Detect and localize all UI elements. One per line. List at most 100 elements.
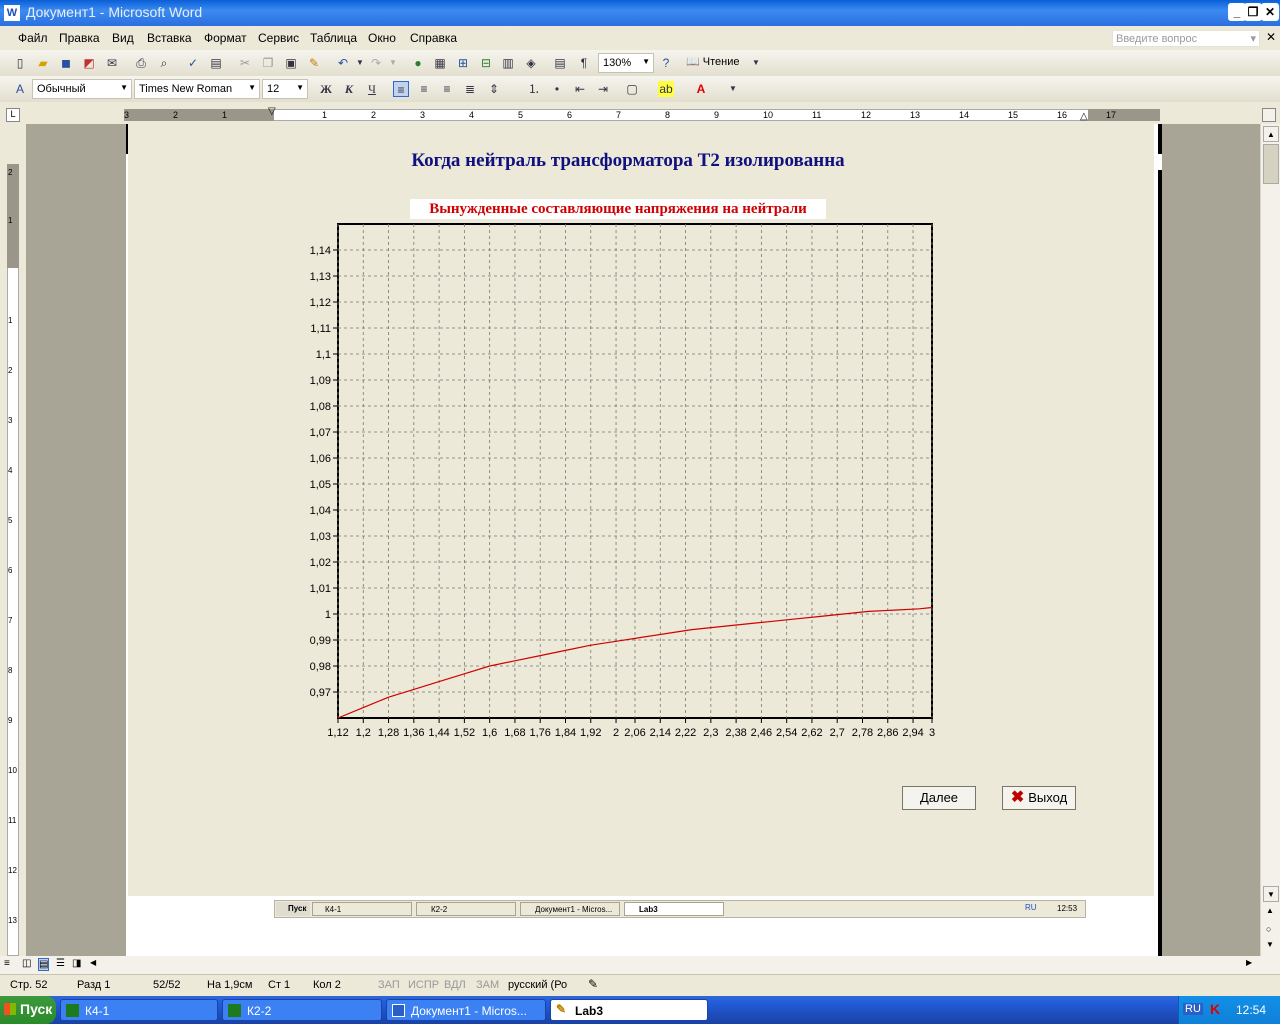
drawing-icon[interactable]: ◈: [523, 55, 539, 71]
new-document-icon[interactable]: ▯: [12, 55, 28, 71]
next-page-icon[interactable]: ▼: [1266, 940, 1274, 949]
research-icon[interactable]: ▤: [208, 55, 224, 71]
exit-button[interactable]: ✖ Выход: [1002, 786, 1076, 810]
copy-icon[interactable]: ❐: [260, 55, 276, 71]
spelling-status-icon[interactable]: ✎: [588, 977, 598, 991]
language-indicator[interactable]: RU: [1183, 1003, 1203, 1015]
taskbar-item-lab3[interactable]: ✎ Lab3: [550, 999, 708, 1021]
menu-edit[interactable]: Правка: [59, 31, 100, 45]
vertical-scrollbar[interactable]: ▲ ▼ ▲ ○ ▼: [1260, 124, 1280, 956]
decrease-indent-icon[interactable]: ⇤: [572, 81, 588, 97]
email-icon[interactable]: ✉: [104, 55, 120, 71]
paste-icon[interactable]: ▣: [283, 55, 299, 71]
font-size-select[interactable]: 12 ▼: [262, 79, 308, 99]
outline-view-icon[interactable]: ☰: [56, 958, 65, 969]
align-center-icon[interactable]: ≡: [416, 81, 432, 97]
line-spacing-icon[interactable]: ⇕: [486, 81, 502, 97]
tab-selector-icon[interactable]: L: [6, 108, 20, 122]
toolbar-options-icon[interactable]: ▼: [725, 81, 741, 97]
scroll-up-button[interactable]: ▲: [1263, 126, 1279, 142]
menu-format[interactable]: Формат: [204, 31, 247, 45]
open-icon[interactable]: ▰: [35, 55, 51, 71]
next-button[interactable]: Далее: [902, 786, 976, 810]
reading-view-icon[interactable]: ◨: [72, 958, 81, 969]
insert-excel-icon[interactable]: ⊟: [478, 55, 494, 71]
status-extend[interactable]: ВДЛ: [444, 979, 466, 991]
bullets-icon[interactable]: •: [549, 81, 565, 97]
toolbar-options-icon[interactable]: ▼: [748, 55, 764, 71]
taskbar-item-k22[interactable]: К2-2: [222, 999, 382, 1021]
style-select[interactable]: Обычный ▼: [32, 79, 132, 99]
increase-indent-icon[interactable]: ⇥: [595, 81, 611, 97]
show-hide-icon[interactable]: ¶: [576, 55, 592, 71]
undo-dropdown-icon[interactable]: ▼: [352, 55, 368, 71]
font-color-icon[interactable]: A: [693, 81, 709, 97]
print-preview-icon[interactable]: ⌕: [156, 55, 172, 71]
print-view-icon[interactable]: ▤: [38, 958, 50, 971]
close-button[interactable]: ✕: [1261, 3, 1279, 21]
zoom-select[interactable]: 130% ▼: [598, 53, 654, 73]
document-map-icon[interactable]: ▤: [552, 55, 568, 71]
redo-dropdown-icon[interactable]: ▼: [385, 55, 401, 71]
permission-icon[interactable]: ◩: [81, 55, 97, 71]
italic-button[interactable]: К: [341, 81, 357, 97]
menu-file[interactable]: Файл: [18, 31, 48, 45]
scroll-down-button[interactable]: ▼: [1263, 886, 1279, 902]
menu-view[interactable]: Вид: [112, 31, 134, 45]
scroll-left-button[interactable]: ◀: [90, 958, 96, 967]
hscroll-thumb[interactable]: [102, 958, 1240, 972]
align-left-icon[interactable]: ≡: [393, 81, 409, 97]
taskbar-item-word[interactable]: Документ1 - Micros...: [386, 999, 546, 1021]
bold-button[interactable]: Ж: [318, 81, 334, 97]
menu-table[interactable]: Таблица: [310, 31, 357, 45]
print-icon[interactable]: ⎙: [133, 55, 149, 71]
close-document-icon[interactable]: ✕: [1266, 30, 1276, 44]
first-line-indent-marker[interactable]: ▽: [268, 106, 276, 117]
horizontal-scrollbar[interactable]: ≡ ◫ ▤ ☰ ◨ ◀ ▶: [0, 956, 1280, 974]
columns-icon[interactable]: ▥: [500, 55, 516, 71]
start-button[interactable]: Пуск: [0, 996, 56, 1024]
menu-insert[interactable]: Вставка: [147, 31, 192, 45]
menu-help[interactable]: Справка: [410, 31, 457, 45]
chevron-down-icon[interactable]: ▾: [1250, 32, 1256, 45]
horizontal-ruler[interactable]: L 3 2 1 1 2 3 4 5 6 7 8 9 10 11 12 13 14 15 16 17 ▽ △: [0, 106, 1280, 124]
normal-view-icon[interactable]: ≡: [4, 958, 10, 969]
status-record[interactable]: ЗАП: [378, 979, 400, 991]
justify-icon[interactable]: ≣: [462, 81, 478, 97]
hyperlink-icon[interactable]: ●: [410, 55, 426, 71]
scroll-right-button[interactable]: ▶: [1246, 958, 1252, 967]
highlight-icon[interactable]: ab: [658, 81, 674, 97]
chevron-down-icon[interactable]: ▼: [248, 83, 256, 92]
spelling-icon[interactable]: ✓: [185, 55, 201, 71]
insert-table-icon[interactable]: ⊞: [455, 55, 471, 71]
redo-icon[interactable]: ↷: [368, 55, 384, 71]
status-track[interactable]: ИСПР: [408, 979, 439, 991]
menu-tools[interactable]: Сервис: [258, 31, 299, 45]
underline-button[interactable]: Ч: [364, 81, 380, 97]
font-select[interactable]: Times New Roman ▼: [134, 79, 260, 99]
borders-icon[interactable]: ▢: [624, 81, 640, 97]
cut-icon[interactable]: ✂: [237, 55, 253, 71]
view-ruler-icon[interactable]: [1262, 108, 1276, 122]
align-right-icon[interactable]: ≡: [439, 81, 455, 97]
help-icon[interactable]: ?: [658, 55, 674, 71]
format-painter-icon[interactable]: ✎: [306, 55, 322, 71]
right-indent-marker[interactable]: △: [1080, 111, 1088, 122]
undo-icon[interactable]: ↶: [335, 55, 351, 71]
web-view-icon[interactable]: ◫: [22, 958, 31, 969]
scroll-thumb[interactable]: [1263, 144, 1279, 184]
help-question-input[interactable]: Введите вопрос ▾: [1112, 30, 1260, 47]
save-icon[interactable]: ◼: [58, 55, 74, 71]
status-overtype[interactable]: ЗАМ: [476, 979, 499, 991]
menu-window[interactable]: Окно: [368, 31, 396, 45]
chevron-down-icon[interactable]: ▼: [296, 83, 304, 92]
select-browse-object-icon[interactable]: ○: [1266, 924, 1271, 934]
vertical-ruler[interactable]: 2 1 1 2 3 4 5 6 7 8 9 10 11 12 13: [0, 124, 26, 956]
restore-button[interactable]: ❐: [1244, 3, 1262, 21]
styles-pane-icon[interactable]: A: [12, 81, 28, 97]
reading-mode-button[interactable]: 📖 Чтение: [686, 55, 739, 68]
taskbar-item-k41[interactable]: К4-1: [60, 999, 218, 1021]
previous-page-icon[interactable]: ▲: [1266, 906, 1274, 915]
chevron-down-icon[interactable]: ▼: [642, 57, 650, 66]
word-app-icon[interactable]: W: [4, 5, 20, 21]
